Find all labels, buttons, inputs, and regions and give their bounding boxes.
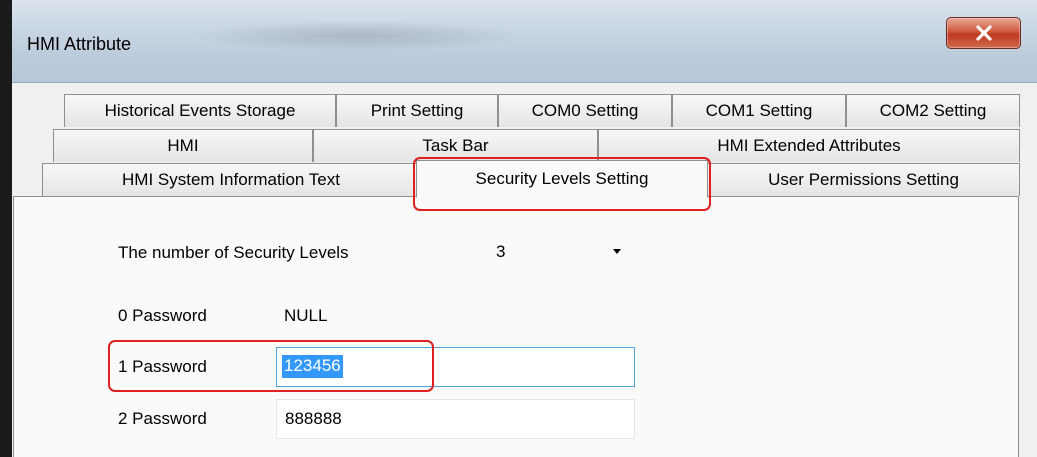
tab-historical-events-storage[interactable]: Historical Events Storage xyxy=(64,94,336,127)
hmi-attribute-dialog: HMI Attribute Historical Events Storage … xyxy=(12,0,1037,457)
tab-label: HMI Extended Attributes xyxy=(717,136,901,155)
highlight-password-1 xyxy=(108,340,434,392)
tab-print-setting[interactable]: Print Setting xyxy=(336,94,498,127)
title-bar[interactable]: HMI Attribute xyxy=(12,0,1037,83)
close-icon xyxy=(975,25,992,41)
chevron-down-icon xyxy=(613,249,621,254)
tab-label: Print Setting xyxy=(370,101,464,120)
tab-com2-setting[interactable]: COM2 Setting xyxy=(846,94,1020,127)
security-levels-dropdown[interactable]: 3 xyxy=(480,233,634,273)
tab-com1-setting[interactable]: COM1 Setting xyxy=(672,94,846,127)
tab-label: Historical Events Storage xyxy=(104,101,296,120)
security-levels-label: The number of Security Levels xyxy=(118,243,349,262)
password-2-label: 2 Password xyxy=(118,409,207,428)
password-2-value: 888888 xyxy=(285,409,342,428)
tab-hmi[interactable]: HMI xyxy=(53,129,313,162)
tab-user-permissions-setting[interactable]: User Permissions Setting xyxy=(707,163,1020,196)
password-0-label: 0 Password xyxy=(118,306,207,325)
highlight-security-tab xyxy=(413,157,711,211)
tab-label: COM2 Setting xyxy=(879,101,987,120)
password-2-input[interactable]: 888888 xyxy=(276,399,635,439)
tab-label: HMI xyxy=(167,136,199,155)
close-button[interactable] xyxy=(946,17,1021,49)
tab-label: User Permissions Setting xyxy=(768,170,959,189)
tab-com0-setting[interactable]: COM0 Setting xyxy=(498,94,672,127)
tab-label: COM1 Setting xyxy=(705,101,813,120)
security-levels-value: 3 xyxy=(496,242,506,261)
tab-label: COM0 Setting xyxy=(531,101,639,120)
window-title: HMI Attribute xyxy=(27,34,132,54)
tab-hmi-system-information-text[interactable]: HMI System Information Text xyxy=(42,163,420,196)
password-0-value: NULL xyxy=(284,306,328,325)
tab-label: HMI System Information Text xyxy=(122,170,340,189)
tab-label: Task Bar xyxy=(422,136,489,155)
